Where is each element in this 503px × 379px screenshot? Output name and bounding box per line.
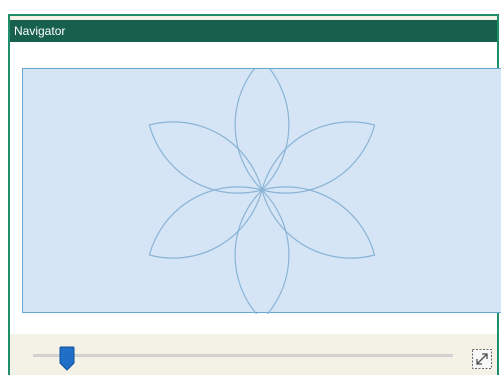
flower-petal — [261, 186, 376, 259]
fit-to-window-icon[interactable] — [471, 348, 493, 370]
flower-petal — [234, 189, 290, 314]
flower-petal — [148, 121, 263, 194]
flower-petal — [234, 69, 290, 191]
navigator-bottom-bar — [10, 334, 497, 375]
flower-petal — [261, 121, 376, 194]
navigator-content — [10, 42, 501, 348]
navigator-window: Navigator — [8, 14, 501, 375]
navigator-title: Navigator — [14, 24, 66, 38]
zoom-slider-track[interactable] — [33, 354, 453, 357]
flower-petal — [148, 186, 263, 259]
flower-drawing — [148, 69, 376, 314]
zoom-slider-thumb[interactable] — [59, 346, 75, 371]
navigator-preview[interactable] — [22, 68, 501, 314]
navigator-title-bar[interactable]: Navigator — [10, 20, 497, 42]
